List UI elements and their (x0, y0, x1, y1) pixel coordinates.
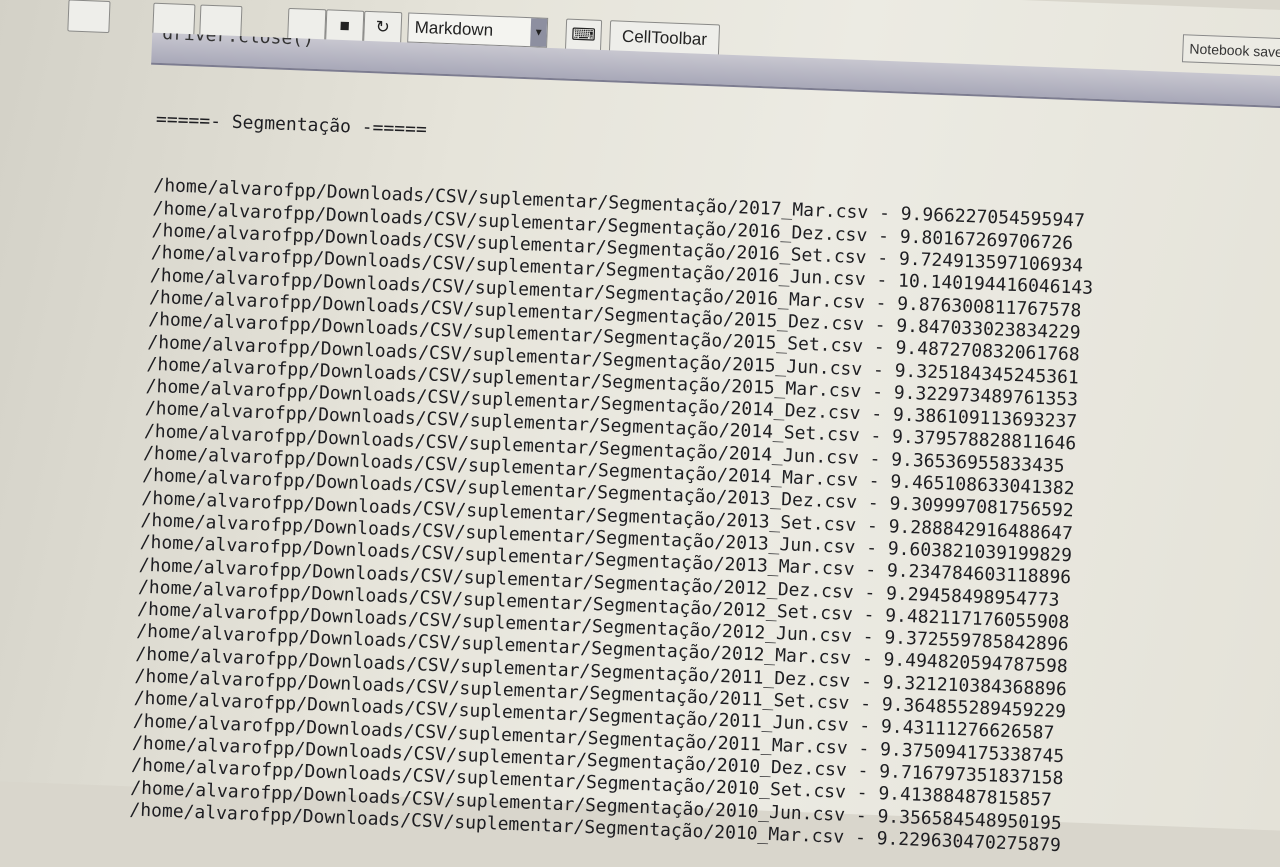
separator: - (859, 425, 893, 448)
command-palette-button[interactable]: ⌨ (564, 18, 603, 52)
separator: - (854, 559, 888, 582)
stop-icon: ■ (339, 15, 351, 36)
restart-icon: ↻ (375, 17, 391, 37)
separator: - (844, 804, 878, 827)
toolbar-button[interactable] (152, 2, 196, 37)
separator: - (863, 314, 897, 337)
output-header: =====- Segmentação -===== (155, 108, 428, 140)
cell-type-value: Markdown (414, 17, 494, 40)
separator: - (858, 447, 892, 471)
separator: - (864, 291, 898, 315)
separator: - (856, 492, 890, 515)
toolbar-button[interactable] (67, 0, 111, 34)
separator: - (851, 626, 885, 649)
notebook-screen: ■ ↻ Markdown ▼ ⌨ CellToolbar Notebook sa… (0, 0, 1280, 856)
separator: - (867, 202, 902, 226)
separator: - (852, 603, 886, 627)
separator: - (850, 648, 884, 671)
stop-button[interactable]: ■ (325, 9, 365, 43)
cell-output: =====- Segmentação -===== /home/alvarofp… (129, 64, 1100, 858)
separator: - (847, 737, 881, 760)
separator: - (866, 225, 901, 248)
chevron-down-icon: ▼ (530, 18, 548, 47)
restart-kernel-button[interactable]: ↻ (363, 10, 403, 45)
separator: - (860, 403, 894, 426)
notebook-status: Notebook saved (1181, 34, 1280, 67)
separator: - (862, 336, 896, 359)
separator: - (866, 247, 900, 270)
separator: - (849, 670, 884, 693)
keyboard-icon: ⌨ (570, 24, 597, 45)
separator: - (848, 692, 883, 716)
separator: - (854, 536, 889, 560)
separator: - (855, 514, 890, 537)
separator: - (860, 381, 895, 404)
separator: - (865, 269, 899, 292)
separator: - (845, 782, 879, 805)
move-down-button[interactable] (199, 4, 243, 39)
separator: - (848, 715, 882, 738)
separator: - (843, 826, 878, 849)
separator: - (853, 581, 887, 604)
separator: - (857, 470, 891, 493)
separator: - (861, 358, 896, 381)
run-cell-button[interactable] (287, 7, 327, 42)
separator: - (846, 759, 880, 783)
